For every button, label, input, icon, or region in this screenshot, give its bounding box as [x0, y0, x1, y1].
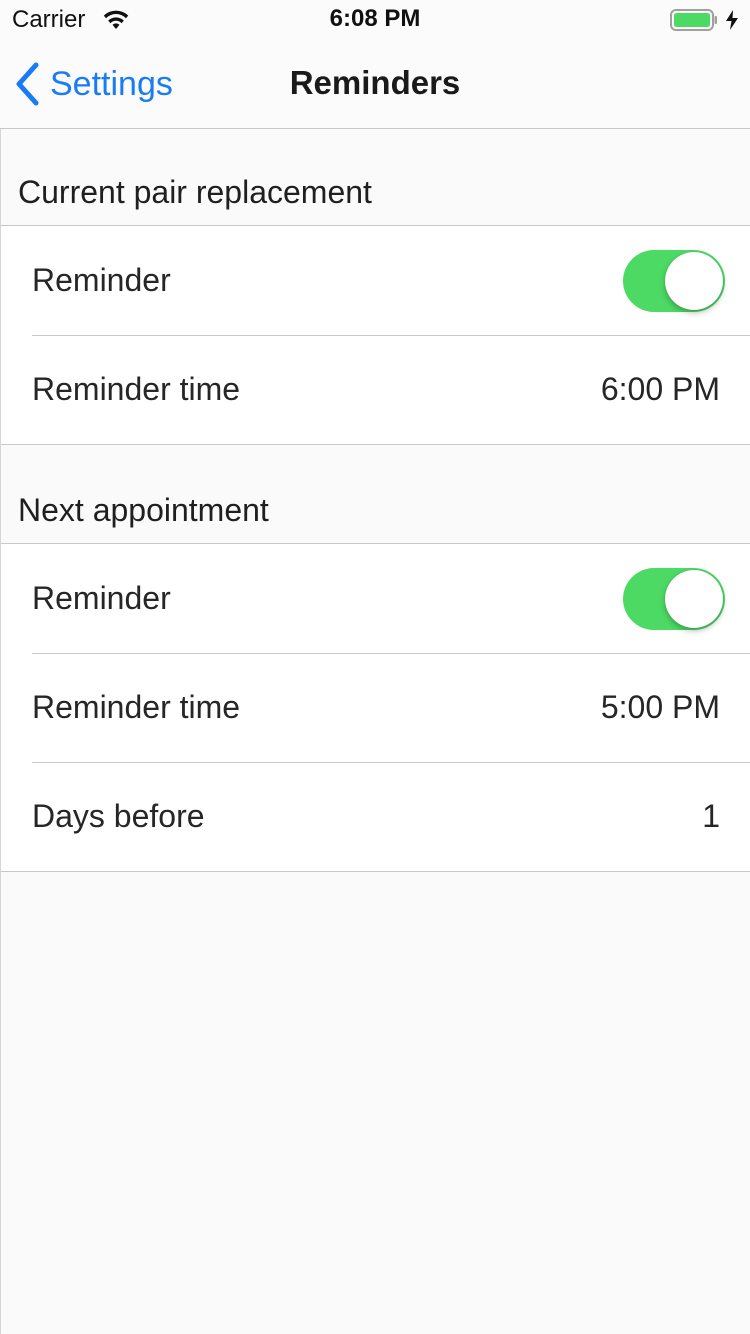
- row-label: Reminder: [32, 580, 171, 616]
- battery-icon: [670, 9, 717, 31]
- toggle-knob: [665, 570, 723, 628]
- left-edge-divider: [0, 129, 1, 1334]
- reminder-row: Reminder: [0, 226, 750, 335]
- reminder-toggle[interactable]: [623, 250, 725, 312]
- section-header-next-appointment: Next appointment: [0, 445, 750, 543]
- section-header-current-pair: Current pair replacement: [0, 129, 750, 225]
- reminder-time-value: 6:00 PM: [600, 371, 720, 407]
- section-header-label: Current pair replacement: [18, 174, 372, 210]
- days-before-row[interactable]: Days before 1: [0, 762, 750, 871]
- row-label: Days before: [32, 798, 205, 834]
- reminder-row: Reminder: [0, 544, 750, 653]
- reminder-time-row[interactable]: Reminder time 5:00 PM: [0, 653, 750, 762]
- section-header-label: Next appointment: [18, 492, 269, 528]
- page-title: Reminders: [289, 64, 461, 101]
- settings-table: Current pair replacement Reminder Remind…: [0, 129, 750, 872]
- row-label: Reminder time: [32, 371, 241, 407]
- reminder-time-row[interactable]: Reminder time 6:00 PM: [0, 335, 750, 444]
- days-before-value: 1: [702, 798, 720, 834]
- reminder-time-value: 5:00 PM: [600, 689, 720, 725]
- section-current-pair: Reminder Reminder time 6:00 PM: [0, 225, 750, 445]
- toggle-knob: [665, 252, 723, 310]
- row-label: Reminder time: [32, 689, 241, 725]
- status-time: 6:08 PM: [329, 5, 421, 32]
- navigation-bar: Settings Reminders: [0, 40, 750, 129]
- row-label: Reminder: [32, 262, 171, 298]
- reminder-toggle[interactable]: [623, 568, 725, 630]
- charging-bolt-icon: [726, 10, 738, 30]
- section-next-appointment: Reminder Reminder time 5:00 PM Days befo…: [0, 543, 750, 872]
- status-bar: Carrier 6:08 PM: [0, 0, 750, 40]
